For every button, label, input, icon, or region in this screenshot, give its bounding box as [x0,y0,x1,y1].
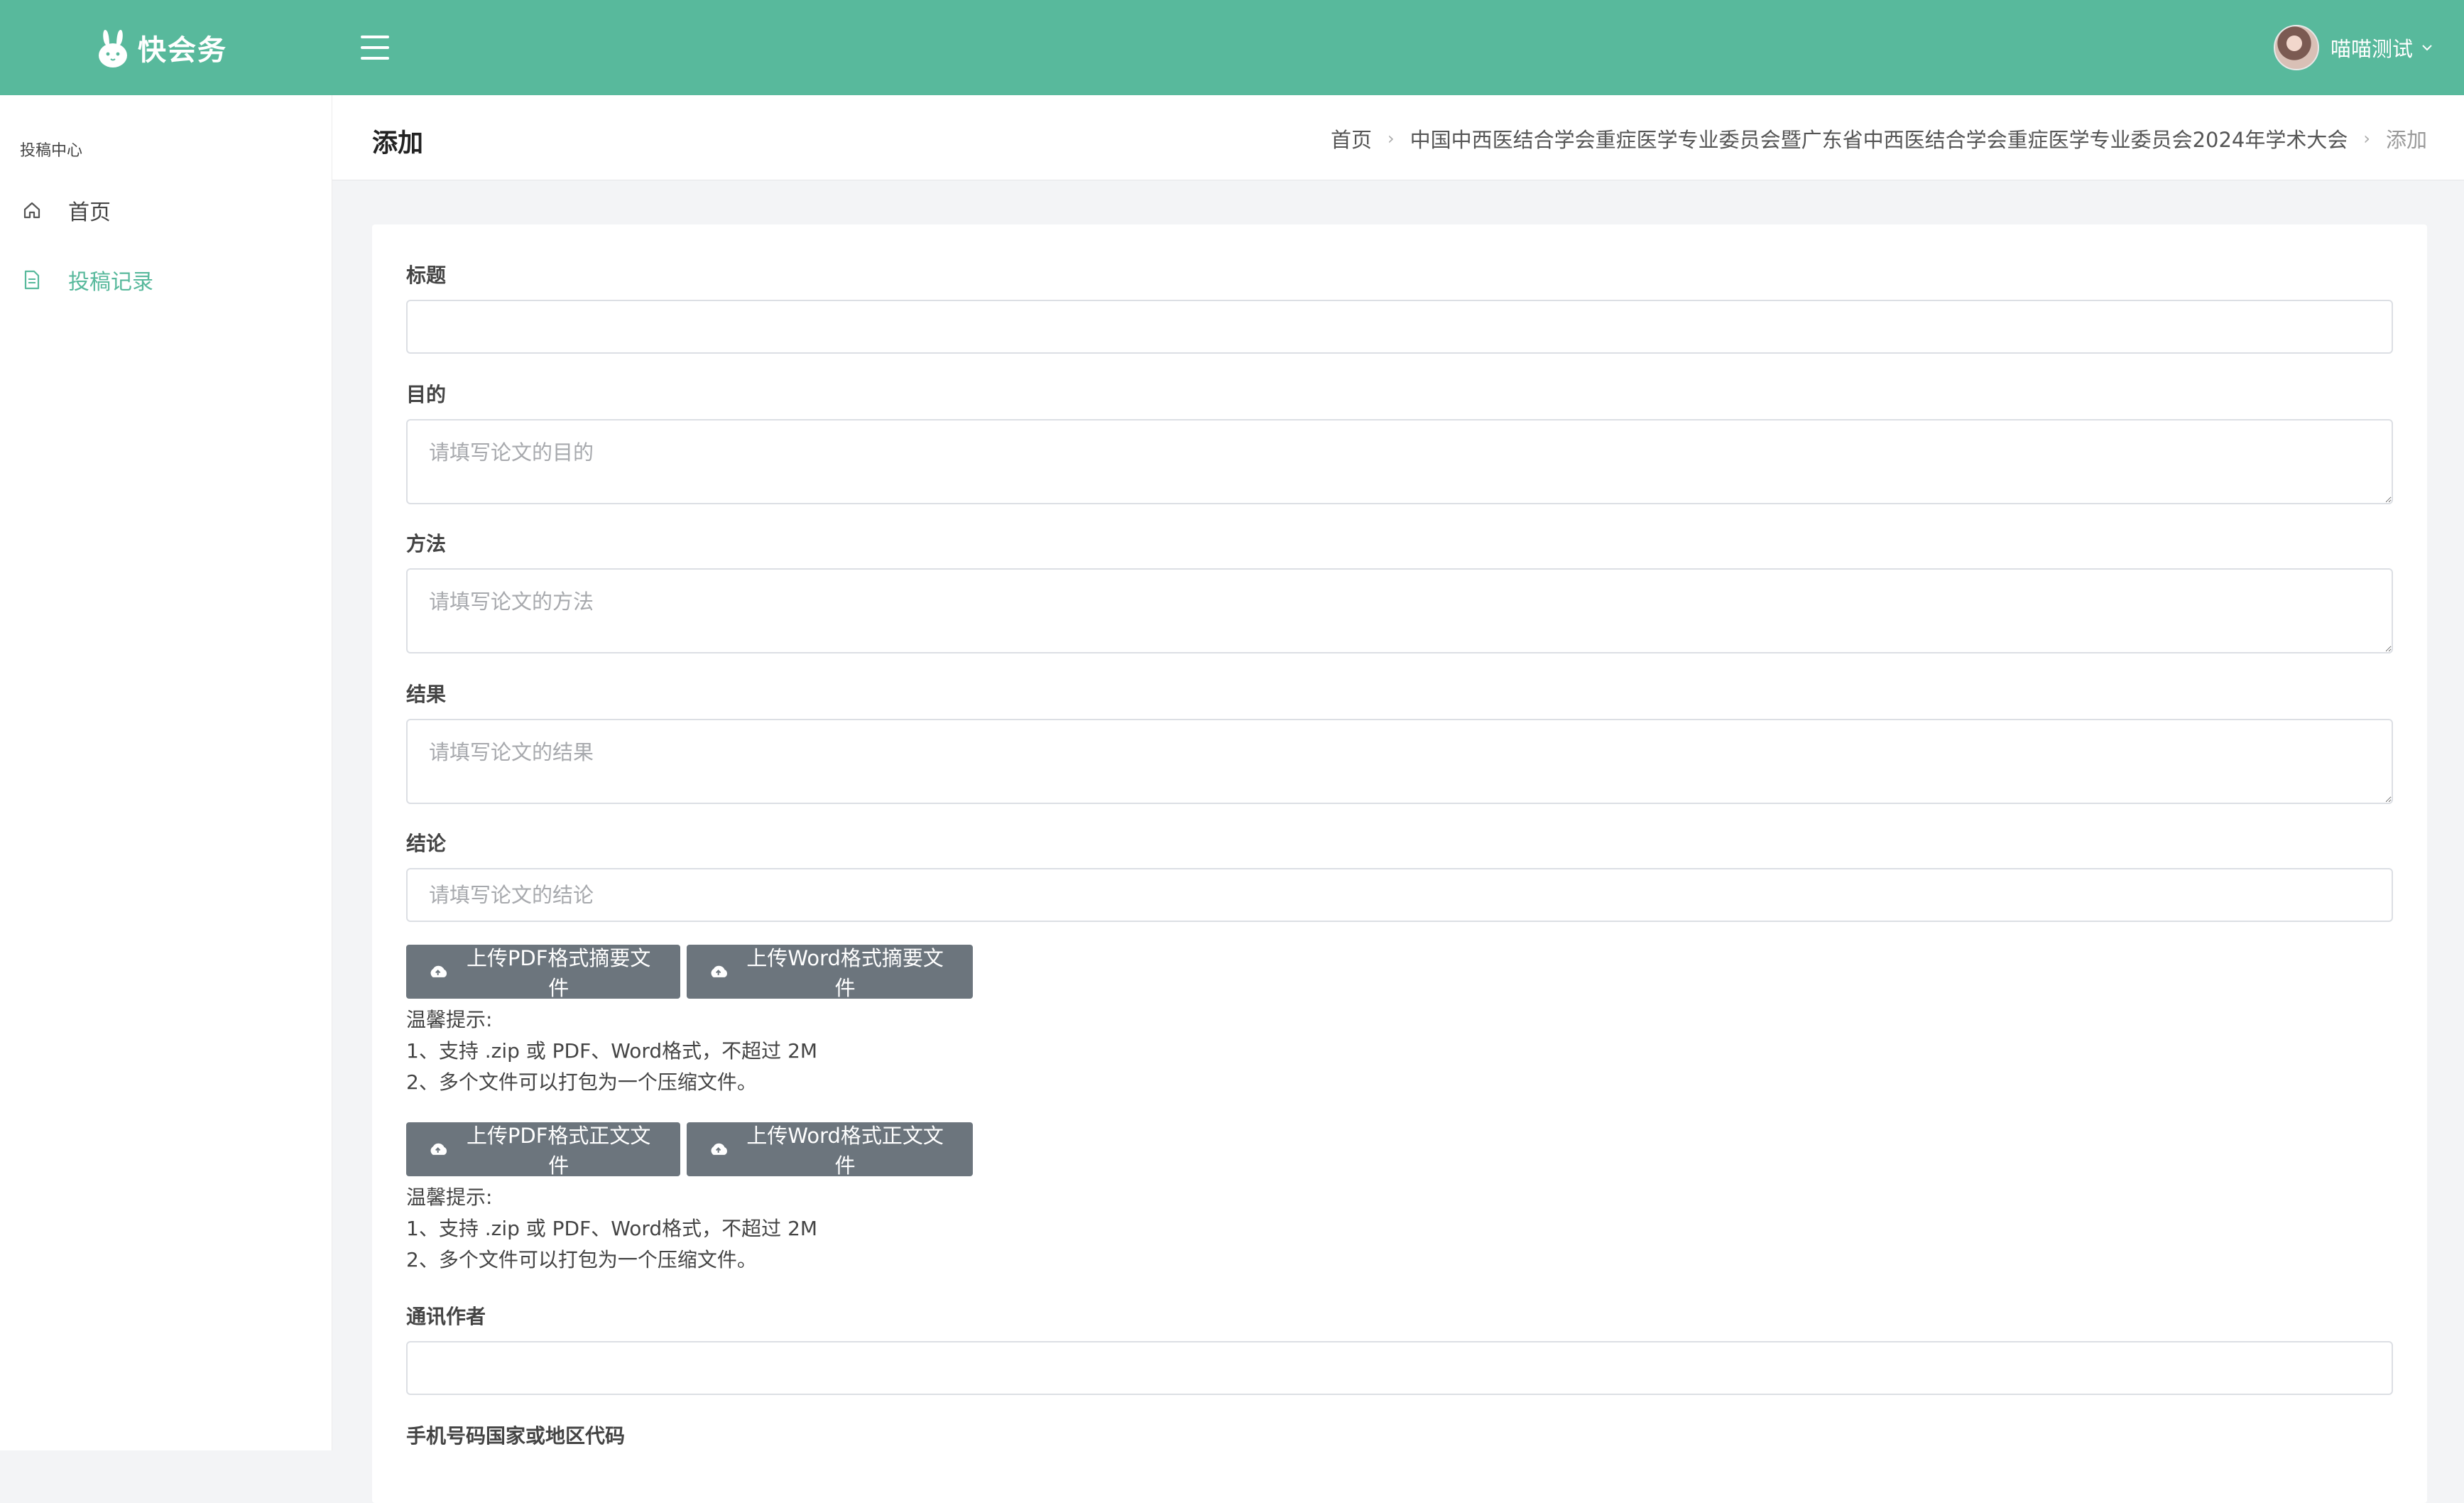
avatar [2273,25,2319,70]
submission-form: 标题 目的 方法 结果 结论 上传PDF格式摘要文件 上传Word格式摘要文件 … [372,224,2427,1503]
cloud-upload-icon [430,1143,447,1155]
brand-name: 快会务 [138,34,227,67]
brand[interactable]: 快会务 [97,0,227,95]
body-upload-hint: 温馨提示: 1、支持 .zip 或 PDF、Word格式，不超过 2M 2、多个… [406,1182,817,1276]
cloud-upload-icon [430,965,447,977]
title-label: 标题 [406,264,447,287]
breadcrumb-home-link[interactable]: 首页 [1331,124,1372,153]
user-menu[interactable]: 喵喵测试 [2273,0,2433,95]
breadcrumb: 首页 › 中国中西医结合学会重症医学专业委员会暨广东省中西医结合学会重症医学专业… [1331,124,2427,153]
document-icon [21,269,43,291]
conclusion-input[interactable] [406,868,2393,922]
cloud-upload-icon [711,1143,727,1155]
sidebar-item-submissions[interactable]: 投稿记录 [21,259,153,301]
phone-country-code-label: 手机号码国家或地区代码 [406,1424,626,1448]
hint-line: 2、多个文件可以打包为一个压缩文件。 [406,1248,757,1271]
upload-pdf-body-button[interactable]: 上传PDF格式正文文件 [406,1122,680,1178]
sidebar-item-label: 投稿记录 [68,270,153,295]
upload-word-abstract-button[interactable]: 上传Word格式摘要文件 [687,945,973,1000]
top-navbar: 快会务 喵喵测试 [0,0,2464,95]
purpose-label: 目的 [406,383,447,406]
hint-line: 温馨提示: [406,1008,493,1031]
result-textarea[interactable] [406,719,2393,804]
upload-pdf-abstract-label: 上传PDF格式摘要文件 [466,946,651,1000]
sidebar-item-home[interactable]: 首页 [21,189,111,232]
menu-toggle-icon[interactable] [359,32,391,63]
sidebar-item-label: 首页 [68,200,111,225]
home-icon [21,200,43,221]
rabbit-logo-icon [99,30,127,67]
breadcrumb-current: 添加 [2385,128,2427,152]
chevron-down-icon [2422,45,2432,51]
purpose-textarea[interactable] [406,419,2393,504]
method-textarea[interactable] [406,568,2393,653]
user-name: 喵喵测试 [2330,37,2413,61]
hint-line: 温馨提示: [406,1185,493,1209]
chevron-right-icon: › [2363,129,2370,148]
sidebar-section-title: 投稿中心 [20,142,83,160]
hint-line: 2、多个文件可以打包为一个压缩文件。 [406,1070,757,1094]
sidebar: 投稿中心 首页 投稿记录 [0,95,332,1450]
method-label: 方法 [406,532,447,555]
corresponding-author-label: 通讯作者 [406,1305,486,1328]
page-title: 添加 [372,129,424,158]
corresponding-author-input[interactable] [406,1341,2393,1395]
upload-word-body-label: 上传Word格式正文文件 [746,1124,944,1178]
hint-line: 1、支持 .zip 或 PDF、Word格式，不超过 2M [406,1217,818,1240]
title-input[interactable] [406,300,2393,354]
cloud-upload-icon [711,965,727,977]
upload-word-abstract-label: 上传Word格式摘要文件 [746,946,944,1000]
abstract-upload-hint: 温馨提示: 1、支持 .zip 或 PDF、Word格式，不超过 2M 2、多个… [406,1004,817,1098]
upload-pdf-abstract-button[interactable]: 上传PDF格式摘要文件 [406,945,680,1000]
upload-word-body-button[interactable]: 上传Word格式正文文件 [687,1122,973,1178]
upload-pdf-body-label: 上传PDF格式正文文件 [466,1124,651,1178]
breadcrumb-conference-link[interactable]: 中国中西医结合学会重症医学专业委员会暨广东省中西医结合学会重症医学专业委员会20… [1410,124,2348,153]
conclusion-label: 结论 [406,832,447,855]
hint-line: 1、支持 .zip 或 PDF、Word格式，不超过 2M [406,1039,818,1063]
page-header: 添加 首页 › 中国中西医结合学会重症医学专业委员会暨广东省中西医结合学会重症医… [332,95,2464,180]
result-label: 结果 [406,683,447,706]
chevron-right-icon: › [1387,129,1395,148]
